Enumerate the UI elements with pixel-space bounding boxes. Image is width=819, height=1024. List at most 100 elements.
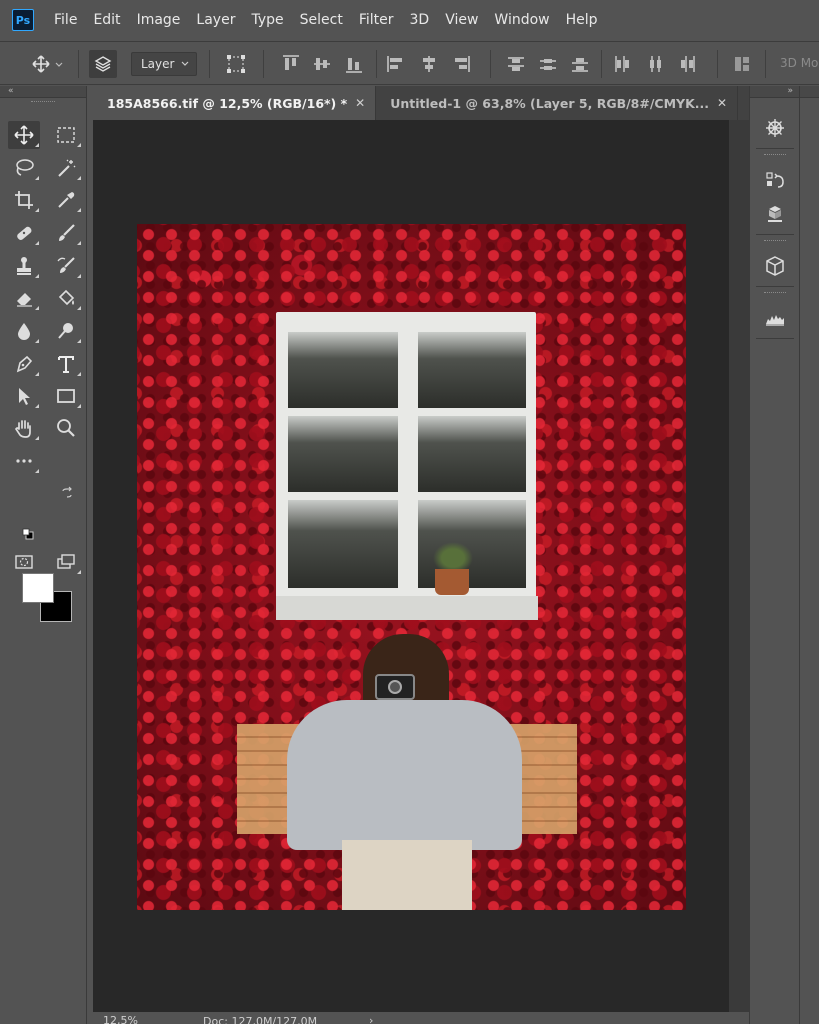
blur-tool[interactable] [8,317,40,345]
navigator-panel-button[interactable] [761,114,789,142]
align-left-edges-button[interactable] [383,42,409,86]
document-canvas-image[interactable] [137,224,686,910]
align-top-edges-button[interactable] [278,42,304,86]
tab-label: Untitled-1 @ 63,8% (Layer 5, RGB/8#/CMYK… [390,95,709,111]
distribute-vertical-centers-button[interactable] [535,42,561,86]
menu-window[interactable]: Window [486,0,557,40]
path-selection-tool[interactable] [8,382,40,410]
align-vcenter-icon [314,58,330,70]
3d-cube-panel-button[interactable] [761,252,789,280]
crop-tool[interactable] [8,186,40,214]
auto-align-layers-button[interactable] [729,42,755,86]
rectangle-tool[interactable] [50,382,82,410]
3d-panel-icon [768,206,782,222]
align-horizontal-centers-button[interactable] [416,42,442,86]
menu-file[interactable]: File [46,0,85,40]
menu-type[interactable]: Type [243,0,291,40]
distribute-left-edges-button[interactable] [609,42,635,86]
secondary-dock-collapse-toggle[interactable] [800,86,819,98]
move-tool-preset-picker[interactable] [26,42,66,86]
type-tool[interactable] [50,350,82,378]
lasso-tool[interactable] [8,154,40,182]
distribute-vcenter-icon [540,59,556,70]
healing-brush-tool[interactable] [8,219,40,247]
plant-pot [435,569,469,595]
quick-mask-button[interactable] [8,548,40,576]
status-menu-arrow-icon[interactable]: › [369,1014,373,1024]
eraser-tool[interactable] [8,284,40,312]
lasso-icon [16,159,34,176]
distribute-left-icon [615,56,629,72]
tab-185a8566[interactable]: 185A8566.tif @ 12,5% (RGB/16*) * ✕ [93,86,377,120]
status-bar: 12,5% Doc: 127,0M/127,0M › [93,1012,749,1024]
person-skirt [342,840,472,910]
zoom-level[interactable]: 12,5% [103,1014,138,1024]
auto-select-toggle[interactable] [88,42,118,86]
brush-tool[interactable] [50,219,82,247]
person-sweater [287,700,522,850]
tab-label: 185A8566.tif @ 12,5% (RGB/16*) * [107,95,348,111]
marquee-tool[interactable] [50,121,82,149]
show-transform-controls[interactable] [222,42,250,86]
auto-select-target-dropdown[interactable]: Layer [131,52,197,76]
align-left-icon [387,56,402,72]
transform-controls-icon [227,55,245,73]
brush-icon [59,224,75,241]
close-icon[interactable]: ✕ [717,96,727,110]
cube-icon [766,256,784,276]
tab-untitled-1[interactable]: Untitled-1 @ 63,8% (Layer 5, RGB/8#/CMYK… [376,86,739,120]
tools-panel-grip[interactable] [0,98,86,106]
eyedropper-tool[interactable] [50,186,82,214]
zoom-tool[interactable] [50,414,82,442]
pen-tool[interactable] [8,350,40,378]
align-right-edges-button[interactable] [448,42,474,86]
move-tool[interactable] [8,121,40,149]
close-icon[interactable]: ✕ [355,96,365,110]
camera [375,674,415,700]
3d-panel-button[interactable] [761,200,789,228]
align-vertical-centers-button[interactable] [309,42,335,86]
eraser-icon [17,293,32,307]
menu-layer[interactable]: Layer [188,0,243,40]
ship-wheel-icon [766,119,784,137]
vertical-scrollbar[interactable] [729,120,749,1012]
menu-image[interactable]: Image [129,0,189,40]
history-icon [766,172,784,188]
menu-filter[interactable]: Filter [351,0,402,40]
history-brush-tool[interactable] [50,252,82,280]
menu-select[interactable]: Select [292,0,351,40]
align-bottom-edges-button[interactable] [341,42,367,86]
dock-collapse-toggle[interactable]: » [750,86,799,98]
menu-help[interactable]: Help [558,0,606,40]
window-frame [276,312,536,620]
dodge-tool[interactable] [50,317,82,345]
distribute-right-edges-button[interactable] [674,42,700,86]
align-bottom-icon [346,58,362,73]
distribute-horizontal-centers-button[interactable] [642,42,668,86]
options-bar: Layer 3D Mo [0,41,819,85]
foreground-color-swatch[interactable] [22,573,54,603]
history-panel-button[interactable] [761,166,789,194]
menu-view[interactable]: View [437,0,486,40]
menu-bar: Ps File Edit Image Layer Type Select Fil… [0,0,819,40]
edit-toolbar[interactable] [8,447,40,475]
clone-stamp-tool[interactable] [8,252,40,280]
screen-mode-button[interactable] [50,548,82,576]
auto-select-target-value: Layer [141,57,175,71]
tools-collapse-toggle[interactable]: « [0,86,86,98]
histogram-panel-button[interactable] [761,304,789,332]
distribute-bottom-edges-button[interactable] [567,42,593,86]
rectangular-marquee-icon [57,127,75,143]
default-colors-button[interactable] [20,526,36,542]
magic-wand-tool[interactable] [50,154,82,182]
swap-colors-button[interactable] [58,484,76,502]
paint-bucket-icon [58,289,75,306]
menu-edit[interactable]: Edit [85,0,128,40]
paint-bucket-tool[interactable] [50,284,82,312]
stamp-icon [17,257,31,275]
menu-3d[interactable]: 3D [402,0,438,40]
align-top-icon [283,55,299,70]
hand-tool[interactable] [8,414,40,442]
distribute-top-edges-button[interactable] [503,42,529,86]
arrow-pointer-icon [19,388,30,405]
